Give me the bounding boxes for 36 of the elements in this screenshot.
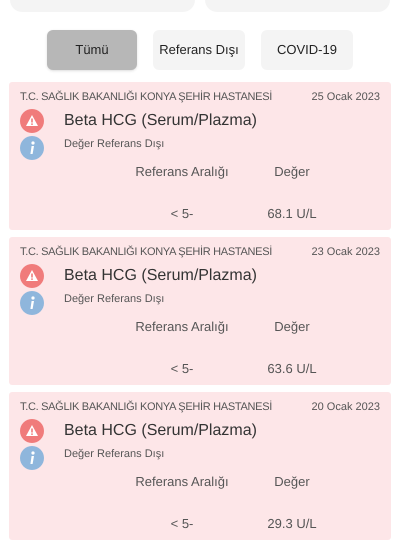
filter-tab[interactable]: COVID-19 <box>261 30 353 70</box>
hospital-name: T.C. SAĞLIK BAKANLIĞI KONYA ŞEHİR HASTANESİ <box>20 400 272 415</box>
filter-tab[interactable]: Tümü <box>47 30 137 70</box>
info-icon <box>20 136 44 160</box>
status-text: Değer Referans Dışı <box>64 292 164 307</box>
reference-range: < 5- <box>170 360 194 378</box>
status-text: Değer Referans Dışı <box>64 446 164 462</box>
result-card[interactable]: T.C. SAĞLIK BAKANLIĞI KONYA ŞEHİR HASTANESİ 25 Ocak 2023 Beta HCG (Serum/Plazma) Değer Referans Dışı Referans Aralığı Değer < 5- 68.1 U/L <box>9 82 391 230</box>
result-date: 20 Ocak 2023 <box>312 400 380 415</box>
result-card[interactable]: T.C. SAĞLIK BAKANLIĞI KONYA ŞEHİR HASTANESİ 23 Ocak 2023 Beta HCG (Serum/Plazma) Değer Referans Dışı Referans Aralığı Değer < 5- 63.6 U/L <box>9 237 391 385</box>
column-header: Referans Aralığı <box>134 318 230 336</box>
warning-icon <box>20 109 44 133</box>
result-value: 29.3 U/L <box>266 514 318 532</box>
reference-range: < 5- <box>170 204 194 222</box>
test-name: Beta HCG (Serum/Plazma) <box>64 111 257 131</box>
warning-icon <box>20 264 44 288</box>
warning-icon <box>20 419 44 443</box>
column-header: Değer <box>273 318 311 336</box>
filter-tab[interactable]: Referans Dışı <box>153 30 245 70</box>
column-header: Değer <box>273 163 311 181</box>
reference-range: < 5- <box>170 514 194 532</box>
result-value: 68.1 U/L <box>266 204 318 222</box>
column-header: Referans Aralığı <box>134 163 230 181</box>
column-header: Referans Aralığı <box>134 473 230 491</box>
column-header: Değer <box>273 473 311 491</box>
result-date: 23 Ocak 2023 <box>312 244 380 260</box>
result-value: 63.6 U/L <box>266 360 318 378</box>
test-name: Beta HCG (Serum/Plazma) <box>64 266 257 286</box>
hospital-name: T.C. SAĞLIK BAKANLIĞI KONYA ŞEHİR HASTANESİ <box>20 90 272 105</box>
result-date: 25 Ocak 2023 <box>312 90 380 105</box>
hospital-name: T.C. SAĞLIK BAKANLIĞI KONYA ŞEHİR HASTANESİ <box>20 244 272 260</box>
info-icon <box>20 446 44 470</box>
test-name: Beta HCG (Serum/Plazma) <box>64 421 257 441</box>
result-card[interactable]: T.C. SAĞLIK BAKANLIĞI KONYA ŞEHİR HASTANESİ 20 Ocak 2023 Beta HCG (Serum/Plazma) Değer Referans Dışı Referans Aralığı Değer < 5- 29.3 U/L <box>9 392 391 540</box>
info-icon <box>20 291 44 315</box>
status-text: Değer Referans Dışı <box>64 136 164 152</box>
